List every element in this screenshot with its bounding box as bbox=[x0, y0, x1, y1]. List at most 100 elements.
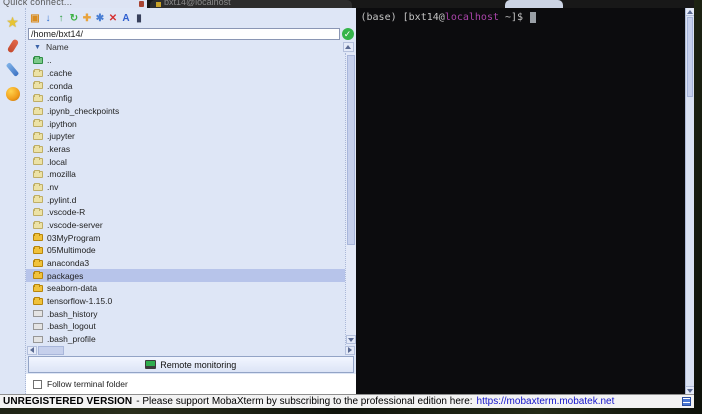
status-bar: UNREGISTERED VERSION - Please support Mo… bbox=[0, 394, 694, 408]
follow-terminal-folder-label: Follow terminal folder bbox=[47, 379, 128, 389]
file-row[interactable]: .pylint.d bbox=[26, 193, 345, 206]
upload-icon[interactable]: ↑ bbox=[55, 11, 67, 25]
file-name: .ipynb_checkpoints bbox=[47, 106, 120, 117]
file-row[interactable]: packages bbox=[26, 269, 345, 283]
file-name: seaborn-data bbox=[47, 283, 98, 294]
file-row[interactable]: .vscode-R bbox=[26, 206, 345, 219]
folder-icon bbox=[33, 296, 43, 305]
file-row[interactable]: .mozilla bbox=[26, 168, 345, 181]
pencil-glyph bbox=[5, 62, 20, 77]
file-name: .local bbox=[47, 156, 67, 167]
folder-icon bbox=[33, 233, 43, 242]
terminal-scroll-thumb[interactable] bbox=[687, 17, 693, 97]
file-row[interactable]: 05Multimode bbox=[26, 244, 345, 257]
macros-pencil-icon[interactable] bbox=[4, 61, 21, 78]
new-folder-icon[interactable]: ✚ bbox=[81, 11, 93, 25]
file-row[interactable]: seaborn-data bbox=[26, 282, 345, 295]
file-name: .pylint.d bbox=[47, 194, 77, 205]
sessions-star-icon[interactable]: ★ bbox=[4, 13, 21, 30]
file-row[interactable]: .keras bbox=[26, 143, 345, 156]
folder-icon bbox=[33, 283, 43, 292]
left-icon-strip: ★ bbox=[0, 8, 26, 394]
session-mini-icon bbox=[139, 1, 144, 7]
terminal[interactable]: (base) [bxt14@localhost ~]$ I bbox=[355, 8, 686, 394]
file-row[interactable]: .. bbox=[26, 54, 345, 67]
file-name: packages bbox=[47, 270, 84, 281]
follow-terminal-folder-checkbox[interactable] bbox=[33, 379, 42, 389]
folder-icon bbox=[33, 245, 43, 254]
file-icon bbox=[33, 310, 43, 318]
path-row: /home/bxt14/ ✓ bbox=[26, 27, 356, 41]
down-arrow-icon bbox=[347, 337, 354, 342]
file-name: 03MyProgram bbox=[47, 232, 101, 243]
tools-icon[interactable] bbox=[4, 37, 21, 54]
star-glyph: ★ bbox=[6, 13, 19, 30]
folder-icon bbox=[33, 271, 43, 280]
file-row[interactable]: 03MyProgram bbox=[26, 231, 345, 244]
file-name: tensorflow-1.15.0 bbox=[47, 296, 113, 307]
tab-terminal-active[interactable]: bxt14@localhost bbox=[150, 0, 352, 8]
file-row[interactable]: .bash_profile bbox=[26, 333, 345, 345]
quick-connect-input[interactable]: Quick connect... bbox=[3, 0, 147, 7]
folder-icon bbox=[33, 157, 43, 166]
tab-new-inactive[interactable] bbox=[505, 0, 563, 8]
open-folder-icon[interactable]: ▣ bbox=[29, 11, 41, 25]
file-row[interactable]: tensorflow-1.15.0 bbox=[26, 295, 345, 308]
file-row[interactable]: .conda bbox=[26, 79, 345, 92]
file-list-vscrollbar[interactable] bbox=[344, 53, 356, 345]
path-go-button[interactable]: ✓ bbox=[341, 28, 354, 40]
file-row[interactable]: anaconda3 bbox=[26, 257, 345, 270]
file-name: anaconda3 bbox=[47, 258, 90, 269]
download-icon[interactable]: ↓ bbox=[42, 11, 54, 25]
terminal-scroll-down-button[interactable] bbox=[686, 386, 694, 394]
folder-icon bbox=[33, 119, 43, 128]
file-name: .bash_logout bbox=[47, 321, 96, 332]
file-row[interactable]: .jupyter bbox=[26, 130, 345, 143]
mobaxterm-window: Quick connect... bxt14@localhost ★ ▣ ↓ ↑ ↻ ✚… bbox=[0, 0, 694, 408]
terminal-tab-icon bbox=[156, 2, 161, 7]
terminal-prompt-line: (base) [bxt14@localhost ~]$ bbox=[356, 8, 686, 23]
file-row[interactable]: .ipython bbox=[26, 117, 345, 130]
name-column-header[interactable]: Name bbox=[46, 42, 69, 52]
hscroll-thumb[interactable] bbox=[38, 345, 64, 355]
scroll-up-button[interactable] bbox=[342, 42, 354, 52]
folder-icon bbox=[33, 258, 43, 267]
file-name: .mozilla bbox=[47, 169, 76, 180]
sftp-ball-icon[interactable] bbox=[4, 85, 21, 102]
file-row[interactable]: .local bbox=[26, 155, 345, 168]
sync-icon[interactable]: ✱ bbox=[94, 11, 106, 25]
file-row[interactable]: .bash_logout bbox=[26, 320, 345, 333]
status-grid-icon[interactable] bbox=[682, 397, 691, 406]
file-name: .bash_profile bbox=[47, 334, 96, 345]
path-input[interactable]: /home/bxt14/ bbox=[28, 28, 340, 40]
file-list-hscrollbar[interactable] bbox=[26, 345, 356, 355]
edit-pen-icon[interactable]: ▮ bbox=[133, 11, 145, 25]
file-row[interactable]: .ipynb_checkpoints bbox=[26, 105, 345, 118]
scroll-left-button[interactable] bbox=[27, 345, 37, 355]
scroll-down-button[interactable] bbox=[345, 335, 356, 344]
delete-icon[interactable]: ✕ bbox=[107, 11, 119, 25]
scroll-right-button[interactable] bbox=[344, 345, 355, 355]
up-arrow-icon bbox=[345, 45, 351, 49]
prompt-host: localhost bbox=[444, 12, 499, 23]
file-list: .. .cache .conda .config .ipynb_checkpoints.… bbox=[26, 53, 345, 345]
file-area: .. .cache .conda .config .ipynb_checkpoints.… bbox=[26, 53, 356, 345]
refresh-icon[interactable]: ↻ bbox=[68, 11, 80, 25]
encoding-icon[interactable]: A bbox=[120, 11, 132, 25]
terminal-scrollbar[interactable] bbox=[685, 8, 694, 394]
vscroll-thumb[interactable] bbox=[346, 55, 355, 245]
file-row[interactable]: .bash_history bbox=[26, 307, 345, 320]
file-row[interactable]: .config bbox=[26, 92, 345, 105]
file-row[interactable]: .nv bbox=[26, 181, 345, 194]
folder-icon bbox=[33, 144, 43, 153]
ball-glyph bbox=[5, 86, 20, 101]
file-row[interactable]: .vscode-server bbox=[26, 219, 345, 232]
file-row[interactable]: .cache bbox=[26, 67, 345, 80]
terminal-scroll-up-button[interactable] bbox=[686, 8, 694, 16]
quick-connect-area[interactable]: Quick connect... bbox=[0, 0, 147, 8]
mobatek-link[interactable]: https://mobaxterm.mobatek.net bbox=[477, 396, 615, 407]
file-name: .vscode-R bbox=[47, 207, 86, 218]
remote-monitoring-button[interactable]: Remote monitoring bbox=[28, 356, 354, 373]
file-list-header[interactable]: ▼ Name bbox=[26, 41, 356, 53]
folder-icon bbox=[33, 93, 43, 102]
